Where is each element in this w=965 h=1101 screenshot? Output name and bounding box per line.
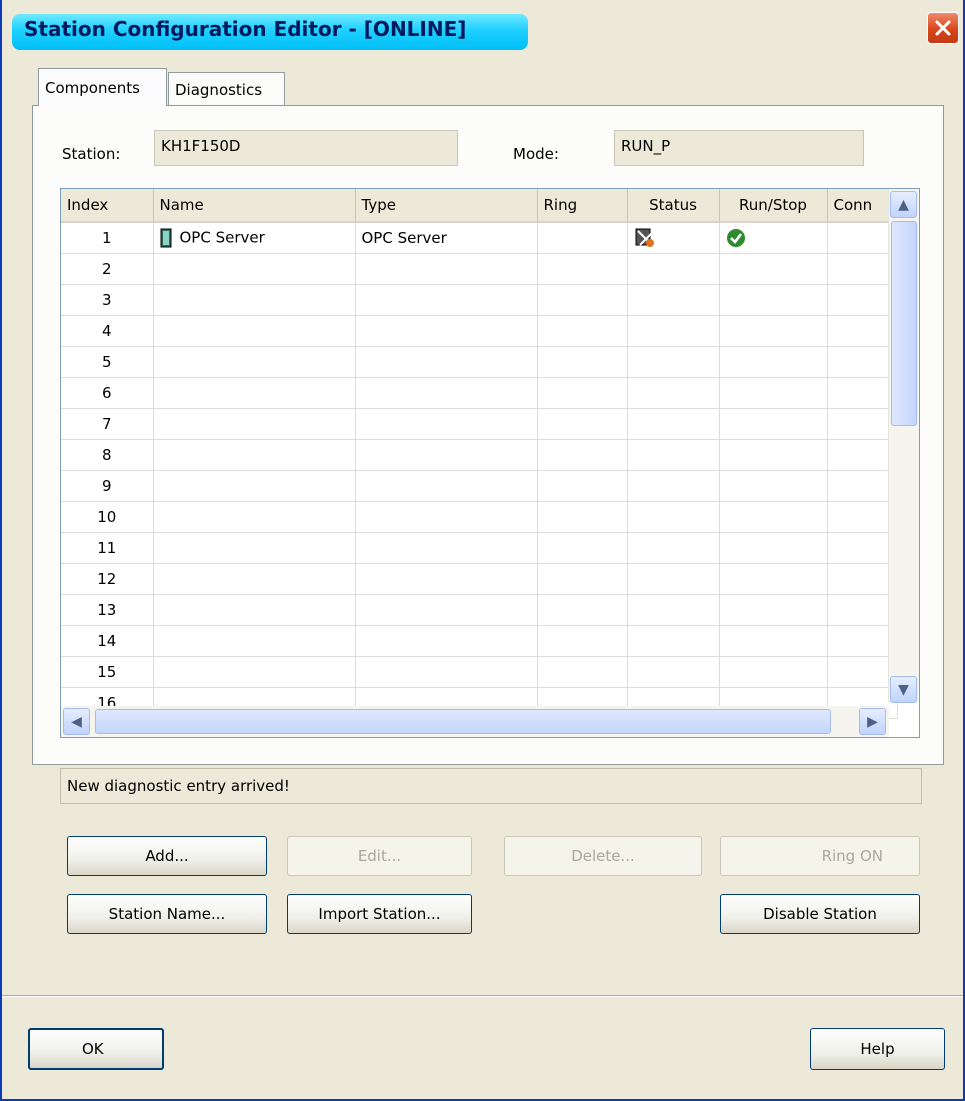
chevron-up-icon: ▲: [898, 196, 909, 213]
column-header-runstop[interactable]: Run/Stop: [719, 189, 828, 223]
column-header-ring[interactable]: Ring: [537, 189, 628, 223]
cell-index: 13: [61, 594, 154, 626]
table-row[interactable]: 13: [61, 594, 898, 626]
column-header-name[interactable]: Name: [153, 189, 356, 223]
cell-index: 15: [61, 656, 154, 688]
tab-diagnostics[interactable]: Diagnostics: [168, 72, 285, 106]
close-icon: [935, 20, 951, 36]
table-row[interactable]: 1 OPC Server OPC Server: [61, 222, 898, 254]
edit-button[interactable]: Edit...: [287, 836, 472, 876]
chevron-left-icon: ◀: [71, 713, 82, 730]
cell-index: 2: [61, 253, 154, 285]
divider: [0, 995, 965, 997]
tab-components[interactable]: Components: [38, 68, 167, 106]
table-row[interactable]: 11: [61, 532, 898, 564]
station-field: KH1F150D: [154, 130, 458, 166]
import-station-button[interactable]: Import Station...: [287, 894, 472, 934]
table-row[interactable]: 8: [61, 439, 898, 471]
ring-on-button[interactable]: Ring ON: [720, 836, 920, 876]
help-button[interactable]: Help: [810, 1028, 945, 1070]
cell-type: OPC Server: [355, 222, 538, 254]
vertical-scroll-thumb[interactable]: [891, 221, 917, 426]
ok-button[interactable]: OK: [28, 1028, 164, 1070]
chevron-right-icon: ▶: [867, 713, 878, 730]
table-row[interactable]: 10: [61, 501, 898, 533]
table-row[interactable]: 5: [61, 346, 898, 378]
scroll-up-button[interactable]: ▲: [890, 191, 917, 218]
column-header-type[interactable]: Type: [355, 189, 538, 223]
station-status-icon: [635, 228, 654, 247]
cell-index: 9: [61, 470, 154, 502]
cell-conn: [827, 222, 898, 254]
close-button[interactable]: [927, 12, 959, 44]
status-message: New diagnostic entry arrived!: [60, 768, 922, 804]
cell-name-text: OPC Server: [179, 228, 265, 247]
table-row[interactable]: 6: [61, 377, 898, 409]
cell-index: 6: [61, 377, 154, 409]
scroll-right-button[interactable]: ▶: [859, 708, 886, 735]
cell-index: 11: [61, 532, 154, 564]
cell-index: 5: [61, 346, 154, 378]
cell-index: 4: [61, 315, 154, 347]
cell-index: 1: [61, 222, 154, 254]
table-row[interactable]: 2: [61, 253, 898, 285]
chevron-down-icon: ▼: [898, 681, 909, 698]
disable-station-button[interactable]: Disable Station: [720, 894, 920, 934]
table-row[interactable]: 12: [61, 563, 898, 595]
mode-field: RUN_P: [614, 130, 864, 166]
table-row[interactable]: 15: [61, 656, 898, 688]
table-row[interactable]: 14: [61, 625, 898, 657]
station-label: Station:: [62, 145, 121, 163]
horizontal-scroll-thumb[interactable]: [95, 709, 831, 734]
cell-name: OPC Server: [153, 222, 356, 254]
cell-runstop: [719, 222, 828, 254]
delete-button[interactable]: Delete...: [504, 836, 702, 876]
cell-status: [627, 222, 720, 254]
cell-index: 10: [61, 501, 154, 533]
column-header-index[interactable]: Index: [61, 189, 154, 223]
table-row[interactable]: 3: [61, 284, 898, 316]
cell-index: 3: [61, 284, 154, 316]
cell-index: 14: [61, 625, 154, 657]
cell-index: 8: [61, 439, 154, 471]
cell-index: 12: [61, 563, 154, 595]
server-icon: [160, 228, 171, 248]
window-title: Station Configuration Editor - [ONLINE]: [24, 17, 467, 41]
station-name-button[interactable]: Station Name...: [67, 894, 267, 934]
scroll-left-button[interactable]: ◀: [63, 708, 90, 735]
scroll-down-button[interactable]: ▼: [890, 676, 917, 703]
tab-diagnostics-label: Diagnostics: [175, 80, 263, 99]
cell-ring: [537, 222, 628, 254]
table-header-row: Index Name Type Ring Status Run/Stop Con…: [61, 189, 898, 223]
column-header-conn[interactable]: Conn: [827, 189, 898, 223]
mode-label: Mode:: [513, 145, 559, 163]
table-row[interactable]: 9: [61, 470, 898, 502]
table-row[interactable]: 7: [61, 408, 898, 440]
tab-components-label: Components: [45, 78, 140, 97]
table-row[interactable]: 4: [61, 315, 898, 347]
check-ok-icon: [726, 229, 745, 247]
components-table[interactable]: Index Name Type Ring Status Run/Stop Con…: [60, 188, 920, 738]
add-button[interactable]: Add...: [67, 836, 267, 876]
column-header-status[interactable]: Status: [627, 189, 720, 223]
cell-index: 7: [61, 408, 154, 440]
